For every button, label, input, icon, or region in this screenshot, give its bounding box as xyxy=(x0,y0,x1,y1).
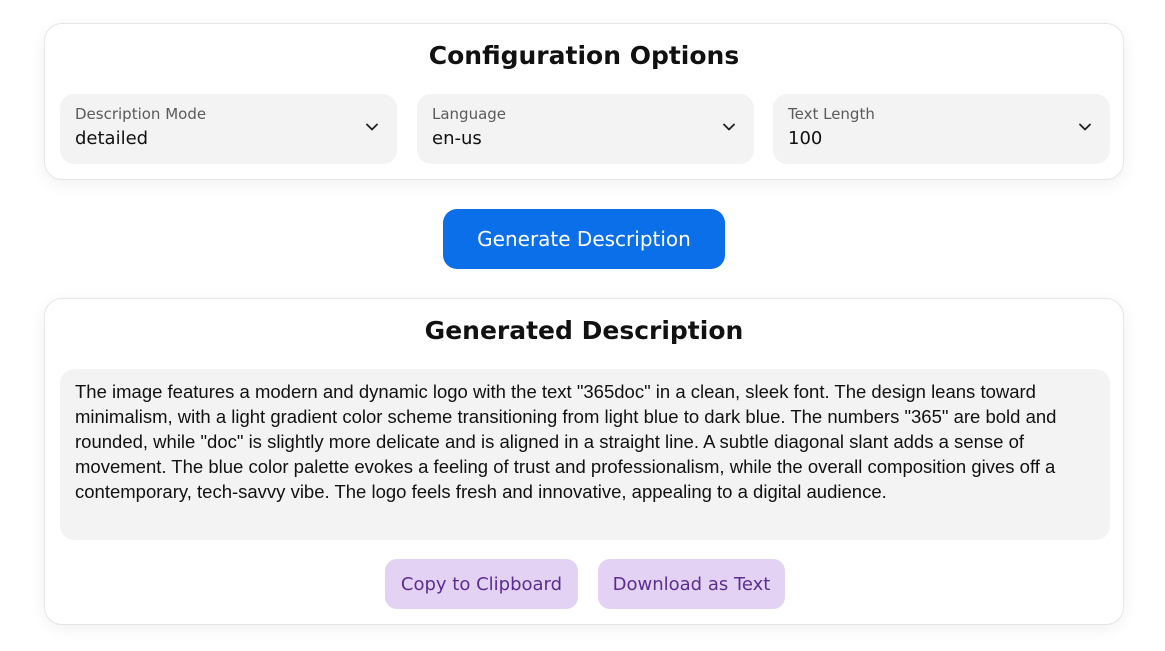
generated-description-title: Generated Description xyxy=(424,316,744,345)
chevron-down-icon xyxy=(366,123,378,131)
description-text: The image features a modern and dynamic … xyxy=(60,369,1110,540)
text-length-select[interactable]: Text Length 100 xyxy=(773,94,1110,164)
text-length-label: Text Length xyxy=(788,105,875,123)
configuration-card: Configuration Options Description Mode d… xyxy=(44,23,1124,180)
language-label: Language xyxy=(432,105,507,123)
language-value: en-us xyxy=(432,128,482,149)
copy-to-clipboard-button[interactable]: Copy to Clipboard xyxy=(385,559,578,609)
download-as-text-button[interactable]: Download as Text xyxy=(598,559,785,609)
description-mode-select[interactable]: Description Mode detailed xyxy=(60,94,397,164)
description-mode-label: Description Mode xyxy=(75,105,207,123)
text-length-value: 100 xyxy=(788,128,823,149)
select-row: Description Mode detailed Language en-us… xyxy=(60,94,1110,164)
generate-description-button[interactable]: Generate Description xyxy=(443,209,725,269)
configuration-title: Configuration Options xyxy=(428,41,740,70)
chevron-down-icon xyxy=(1079,123,1091,131)
chevron-down-icon xyxy=(723,123,735,131)
language-select[interactable]: Language en-us xyxy=(417,94,754,164)
generated-description-card: Generated Description The image features… xyxy=(44,298,1124,625)
description-mode-value: detailed xyxy=(75,128,149,149)
